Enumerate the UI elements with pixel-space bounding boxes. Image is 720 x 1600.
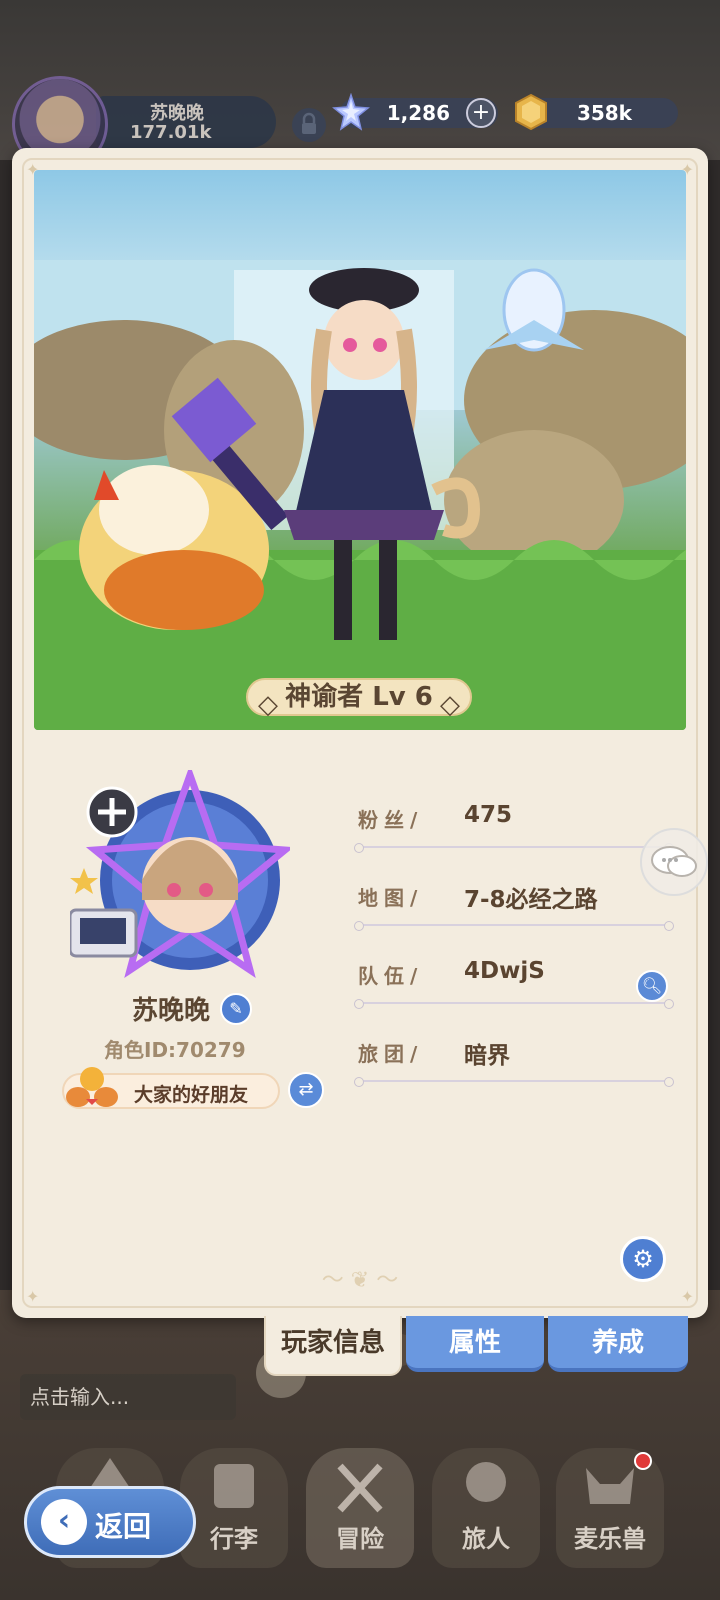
pencil-icon: ✎ (229, 999, 243, 1018)
tab-player-info[interactable]: 玩家信息 (264, 1316, 402, 1376)
player-avatar[interactable] (68, 764, 295, 980)
tab-development[interactable]: 养成 (548, 1316, 688, 1372)
character-showcase[interactable] (34, 170, 686, 730)
gem-count: 1,286 (386, 101, 450, 125)
info-row-guild: 旅团/ 暗界 (354, 1038, 674, 1098)
nav-travelers[interactable]: 旅人 (432, 1448, 540, 1568)
coin-icon (512, 93, 550, 131)
character-scene-illustration (34, 260, 686, 730)
swap-arrows-icon: ⇄ (298, 1079, 314, 1100)
diamond-ornament-icon: ◇ (440, 690, 460, 720)
guild-label: 旅团/ (358, 1042, 424, 1066)
gem-currency: 1,286 + (332, 92, 498, 131)
divider-line (354, 1077, 674, 1087)
switch-title-button[interactable]: ⇄ (288, 1072, 324, 1108)
star-gem-icon (332, 92, 370, 131)
nav-travelers-label: 旅人 (462, 1525, 510, 1553)
divider-line (354, 999, 674, 1009)
class-level-text: 神谕者 Lv 6 (285, 682, 433, 712)
back-arrow-icon: ‹ (41, 1499, 87, 1545)
hud-power-value: 177.01k (130, 122, 212, 143)
nav-luggage[interactable]: 行李 (180, 1448, 288, 1568)
diamond-ornament-icon: ◇ (258, 690, 278, 720)
tab-attributes[interactable]: 属性 (406, 1316, 544, 1372)
crossed-swords-icon (337, 1463, 383, 1513)
nav-adventure-label: 冒险 (336, 1525, 384, 1553)
nav-luggage-label: 行李 (210, 1525, 258, 1553)
edit-name-button[interactable]: ✎ (220, 993, 252, 1025)
divider-line (354, 843, 674, 853)
back-label: 返回 (95, 1510, 152, 1543)
team-label: 队伍/ (358, 964, 424, 988)
settings-button[interactable]: ⚙ (620, 1236, 666, 1282)
nav-adventure[interactable]: 冒险 (306, 1448, 414, 1568)
player-role-id: 角色ID:70279 (104, 1038, 246, 1062)
chat-bubble-icon (651, 846, 697, 877)
lock-icon[interactable] (292, 108, 326, 142)
gear-icon: ⚙ (632, 1245, 654, 1273)
info-row-map: 地图/ 7-8必经之路 (354, 882, 674, 942)
team-value: 4DwjS (464, 958, 545, 984)
coin-count: 358k (576, 101, 632, 125)
nav-pets[interactable]: 麦乐兽 (556, 1448, 664, 1568)
notification-badge (634, 1452, 652, 1470)
title-badge-icon (60, 1065, 124, 1111)
corner-ornament: ✦ (26, 1287, 40, 1306)
class-level-badge: ◇ 神谕者 Lv 6 ◇ (246, 678, 472, 720)
nav-pets-label: 麦乐兽 (574, 1525, 646, 1553)
player-name: 苏晚晚 (131, 996, 210, 1026)
map-value: 7-8必经之路 (464, 887, 598, 913)
player-title: 大家的好朋友 (134, 1084, 249, 1106)
fans-label: 粉丝/ (358, 808, 424, 832)
search-icon: 🔍︎ (641, 976, 663, 995)
traveler-icon (466, 1462, 506, 1502)
backpack-icon (214, 1464, 254, 1508)
info-row-fans: 粉丝/ 475 (354, 802, 674, 864)
plus-icon: + (471, 100, 491, 125)
chat-input[interactable]: 点击输入... (20, 1374, 236, 1420)
info-row-team: 队伍/ 4DwjS (354, 958, 674, 1020)
corner-ornament: ✦ (680, 1287, 694, 1306)
player-title-plate[interactable]: 大家的好朋友 (62, 1067, 280, 1109)
back-button[interactable]: ‹ 返回 (24, 1486, 196, 1558)
coin-currency: 358k (515, 93, 678, 131)
map-label: 地图/ (358, 886, 424, 910)
add-gems-button[interactable]: + (466, 98, 496, 128)
divider-line (354, 921, 674, 931)
card-footer-ornament: 〜 ❦ 〜 (321, 1268, 399, 1293)
guild-value: 暗界 (464, 1043, 510, 1069)
team-search-button[interactable]: 🔍︎ (636, 970, 668, 1002)
fans-value: 475 (464, 802, 513, 828)
chat-button[interactable] (640, 828, 708, 896)
